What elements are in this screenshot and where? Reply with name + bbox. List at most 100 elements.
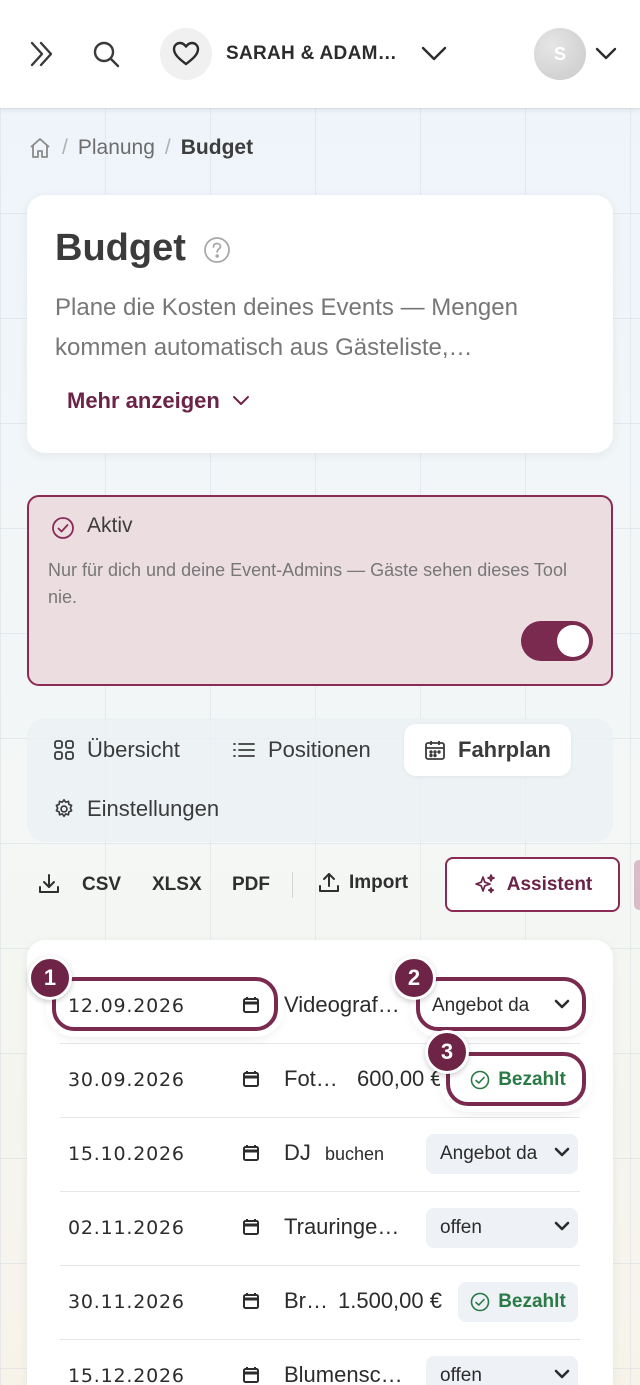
show-more-label: Mehr anzeigen (67, 388, 220, 413)
table-row: 15.12.2026 Blumensc… offen (60, 1340, 580, 1385)
show-more-button[interactable]: Mehr anzeigen (67, 388, 250, 414)
offscreen-button[interactable] (634, 860, 640, 910)
upload-icon (319, 873, 339, 892)
tab-uebersicht[interactable]: Übersicht (53, 724, 180, 776)
breadcrumb-separator: / (62, 136, 68, 159)
item-title: Videograf… (284, 992, 400, 1017)
toolbar-divider (292, 872, 293, 898)
status-badge-paid[interactable]: Bezahlt (458, 1060, 578, 1100)
status-value: offen (440, 1365, 482, 1385)
chevron-down-icon (554, 1147, 570, 1157)
tab-label: Übersicht (87, 737, 180, 762)
status-badge-paid[interactable]: Bezahlt (458, 1282, 578, 1322)
item-amount: 1.500,00 € (338, 1288, 442, 1313)
date-input[interactable]: 15.12.2026 (68, 1365, 185, 1385)
item-title: DJ (284, 1140, 311, 1165)
help-icon[interactable] (203, 236, 231, 269)
item-subtitle: buchen (325, 1144, 385, 1164)
list-icon (233, 743, 255, 757)
calendar-icon[interactable] (242, 1292, 260, 1315)
calendar-icon[interactable] (242, 1366, 260, 1385)
item-title: Fot… (284, 1066, 338, 1091)
sparkles-icon (474, 873, 495, 893)
status-value: offen (440, 1217, 482, 1238)
tab-bar: Übersicht Positionen Fahrplan Einstellun… (27, 718, 613, 842)
calendar-icon[interactable] (242, 1144, 260, 1167)
table-row: 30.09.2026 Fot… 600,00 € Bezahlt (60, 1044, 586, 1118)
calendar-icon[interactable] (242, 1070, 260, 1093)
status-value: Angebot da (432, 995, 530, 1016)
export-xlsx-button[interactable]: XLSX (152, 874, 202, 896)
gear-icon (55, 799, 73, 818)
status-value: Angebot da (440, 1143, 538, 1164)
event-name: SARAH & ADAM… (226, 43, 398, 64)
home-icon[interactable] (28, 136, 52, 160)
item-title: Trauringe… (284, 1214, 400, 1239)
highlight-badge-3: 3 (425, 1030, 469, 1074)
highlight-badge-2: 2 (392, 956, 436, 1000)
account-chevron-down-icon[interactable] (594, 44, 618, 64)
expand-sidebar-icon[interactable] (24, 36, 60, 72)
tab-label: Fahrplan (458, 737, 551, 762)
schedule-table: 12.09.2026 Videograf… Angebot da 30.09.2… (27, 940, 613, 1385)
breadcrumb: / Planung / Budget (28, 136, 253, 160)
tab-label: Einstellungen (87, 796, 220, 821)
table-row: 12.09.2026 Videograf… Angebot da (52, 970, 586, 1044)
date-input[interactable]: 30.11.2026 (68, 1291, 185, 1313)
status-select[interactable]: offen (426, 1208, 578, 1248)
tab-label: Positionen (268, 737, 371, 762)
item-title: Br… (284, 1288, 328, 1313)
check-circle-icon (470, 1292, 490, 1312)
search-icon[interactable] (88, 36, 124, 72)
date-input[interactable]: 02.11.2026 (68, 1217, 185, 1239)
avatar[interactable]: S (534, 28, 586, 80)
tab-einstellungen[interactable]: Einstellungen (53, 783, 219, 835)
breadcrumb-planung[interactable]: Planung (78, 136, 155, 160)
date-input[interactable]: 15.10.2026 (68, 1143, 185, 1165)
assistant-label: Assistent (506, 873, 593, 895)
calendar-icon (425, 741, 445, 760)
toggle-knob (557, 625, 589, 657)
table-row: 30.11.2026 Br… 1.500,00 € Bezahlt (60, 1266, 580, 1340)
active-title: Aktiv (87, 514, 133, 537)
active-toggle[interactable] (521, 621, 593, 661)
page-description: Plane die Kosten deines Events — Mengen … (55, 294, 518, 361)
item-title: Blumensc… (284, 1362, 403, 1385)
breadcrumb-budget: Budget (180, 136, 254, 159)
breadcrumb-separator: / (164, 136, 171, 159)
tab-fahrplan[interactable]: Fahrplan (404, 724, 571, 776)
calendar-icon[interactable] (242, 996, 260, 1019)
date-input[interactable]: 30.09.2026 (68, 1069, 185, 1091)
event-selector[interactable]: SARAH & ADAM… (160, 28, 447, 80)
status-select[interactable]: Angebot da (426, 1134, 578, 1174)
tab-positionen[interactable]: Positionen (232, 724, 371, 776)
check-circle-icon (51, 516, 75, 545)
heart-icon (160, 28, 212, 80)
paid-label: Bezahlt (498, 1291, 566, 1312)
assistant-button[interactable]: Assistent (445, 857, 620, 912)
import-button[interactable]: Import (317, 871, 408, 895)
calendar-icon[interactable] (242, 1218, 260, 1241)
tool-active-card: Aktiv Nur für dich und deine Event-Admin… (27, 495, 613, 686)
chevron-down-icon (232, 395, 250, 407)
item-amount: 600,00 € (357, 1066, 443, 1091)
check-circle-icon (470, 1070, 490, 1090)
paid-label: Bezahlt (498, 1069, 566, 1090)
export-csv-button[interactable]: CSV (82, 874, 121, 896)
export-pdf-button[interactable]: PDF (232, 874, 270, 896)
date-input[interactable]: 12.09.2026 (68, 995, 185, 1017)
page-header-card: Budget Plane die Kosten deines Events — … (27, 195, 613, 453)
status-select[interactable]: offen (426, 1356, 578, 1385)
download-icon[interactable] (37, 872, 61, 896)
highlight-badge-1: 1 (28, 956, 72, 1000)
chevron-down-icon (554, 1369, 570, 1379)
page-title: Budget (55, 227, 186, 269)
table-row: 02.11.2026 Trauringe… offen (60, 1192, 580, 1266)
chevron-down-icon (421, 46, 447, 62)
chevron-down-icon (554, 1221, 570, 1231)
status-select[interactable]: Angebot da (418, 986, 578, 1026)
top-bar: SARAH & ADAM… S (0, 0, 640, 108)
chevron-down-icon (554, 999, 570, 1009)
active-description: Nur für dich und deine Event-Admins — Gä… (48, 560, 567, 607)
grid-icon (54, 740, 74, 760)
